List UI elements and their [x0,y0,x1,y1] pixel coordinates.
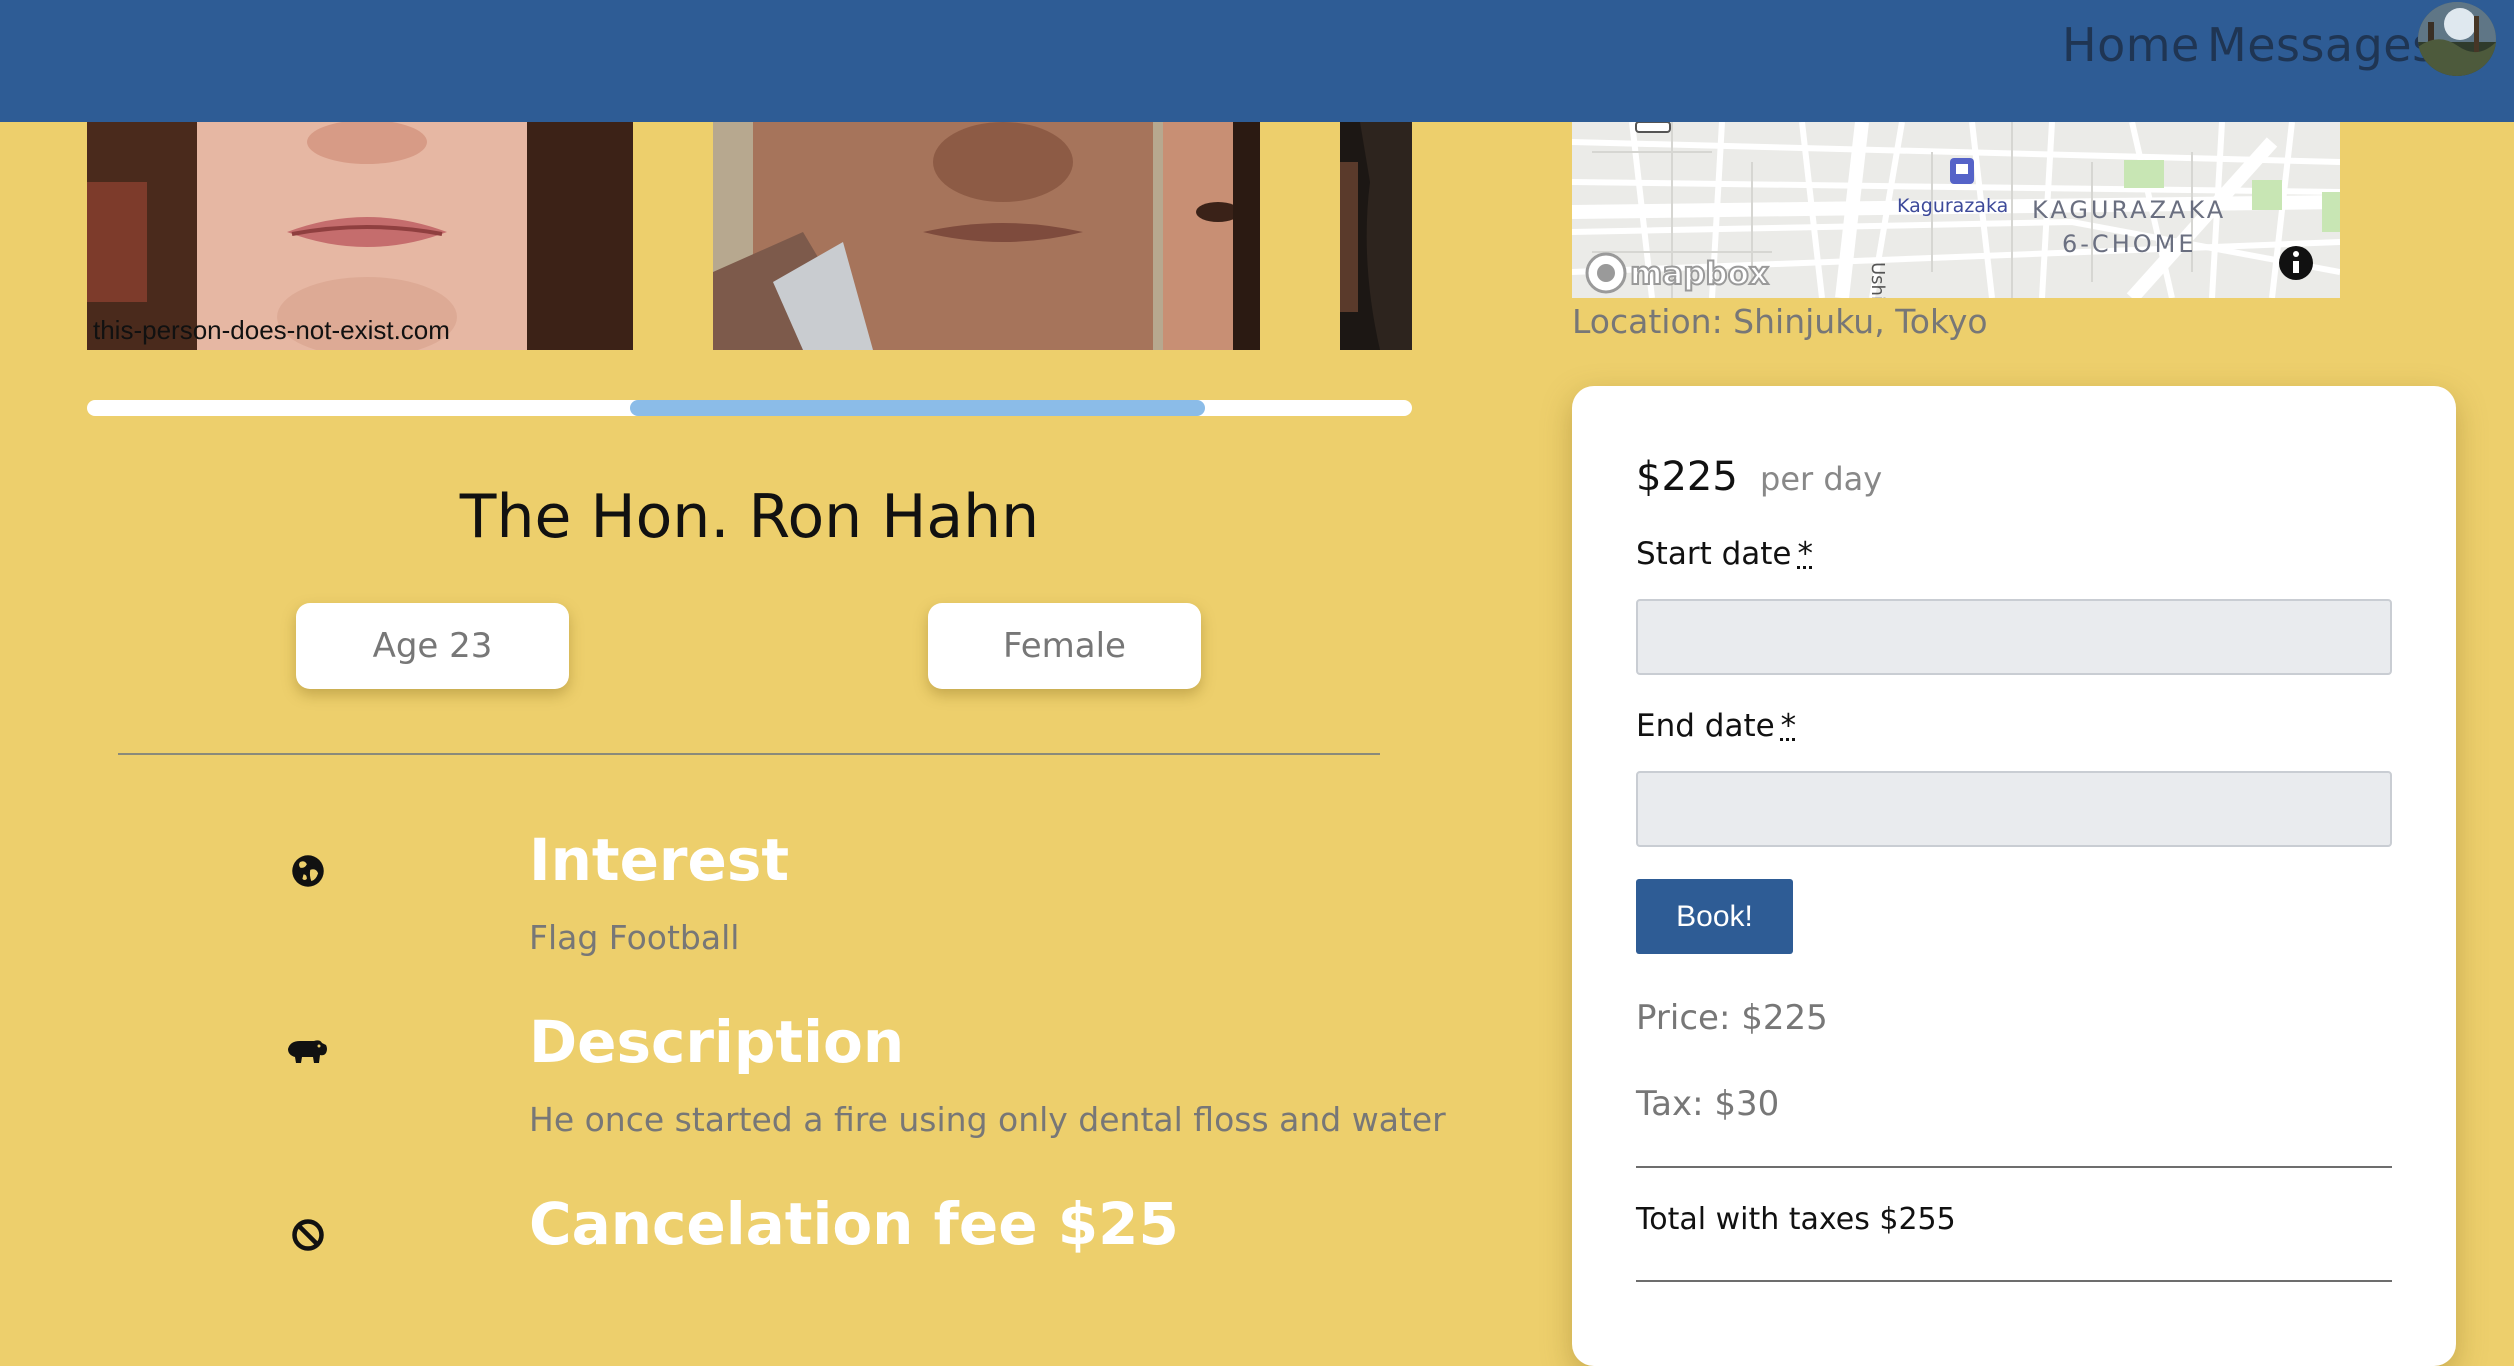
total-with-taxes: Total with taxes $255 [1636,1202,1956,1237]
photo-watermark: this-person-does-not-exist.com [93,315,450,345]
interest-heading: Interest [529,826,790,894]
end-date-label-text: End date [1636,708,1775,744]
booking-card: $225 per day Start date * End date * Book!… [1572,386,2456,1366]
profile-name: The Hon. Ron Hahn [459,482,1040,552]
cancelation-fee-heading: Cancelation fee $25 [529,1190,1179,1258]
daily-price: $225 [1636,454,1738,500]
carousel-scrollbar-thumb[interactable] [630,400,1205,416]
start-date-input[interactable] [1636,599,2392,675]
map-area-label-1: KAGURAZAKA [2032,196,2226,224]
tax-summary: Tax: $30 [1636,1084,1780,1124]
nav-home-link[interactable]: Home [2062,18,2200,72]
profile-divider [118,753,1380,755]
carousel-photo-1[interactable]: this-person-does-not-exist.com [87,122,633,350]
face-photo-3 [1340,122,1412,350]
description-heading: Description [529,1008,905,1076]
summary-divider [1636,1166,2392,1168]
top-navbar: Home Messages [0,0,2514,122]
interest-value: Flag Football [529,918,740,957]
ban-icon [290,1217,326,1253]
start-date-label-text: Start date [1636,536,1792,572]
carousel-scrollbar[interactable] [87,400,1412,416]
map-tiles: Kagurazaka KAGURAZAKA 6-CHOME Ushi mapbo… [1572,122,2340,298]
description-value: He once started a fire using only dental… [529,1100,1446,1139]
required-marker: * [1780,708,1797,744]
book-button[interactable]: Book! [1636,879,1793,954]
price-summary: Price: $225 [1636,998,1828,1038]
price-unit: per day [1760,460,1883,498]
hippo-icon [286,1035,328,1067]
mapbox-logo: mapbox [1630,256,1769,292]
carousel-photo-3[interactable] [1340,122,1412,350]
map-street-label: Ushi [1867,262,1888,298]
start-date-label: Start date * [1636,536,1813,572]
nav-messages-link[interactable]: Messages [2207,18,2437,72]
age-badge: Age 23 [296,603,569,689]
user-avatar[interactable] [2418,2,2496,76]
avatar-photo [2418,2,2496,76]
gender-badge: Female [928,603,1201,689]
total-divider [1636,1280,2392,1282]
required-marker: * [1797,536,1813,572]
face-photo-2 [713,122,1260,350]
carousel-photo-2[interactable] [713,122,1260,350]
globe-icon [290,853,326,889]
map-station-label: Kagurazaka [1897,195,2008,217]
end-date-label: End date * [1636,708,1796,744]
end-date-input[interactable] [1636,771,2392,847]
location-label: Location: Shinjuku, Tokyo [1572,302,1988,341]
map-area-label-2: 6-CHOME [2062,230,2197,258]
location-map[interactable]: Kagurazaka KAGURAZAKA 6-CHOME Ushi mapbo… [1572,122,2340,298]
